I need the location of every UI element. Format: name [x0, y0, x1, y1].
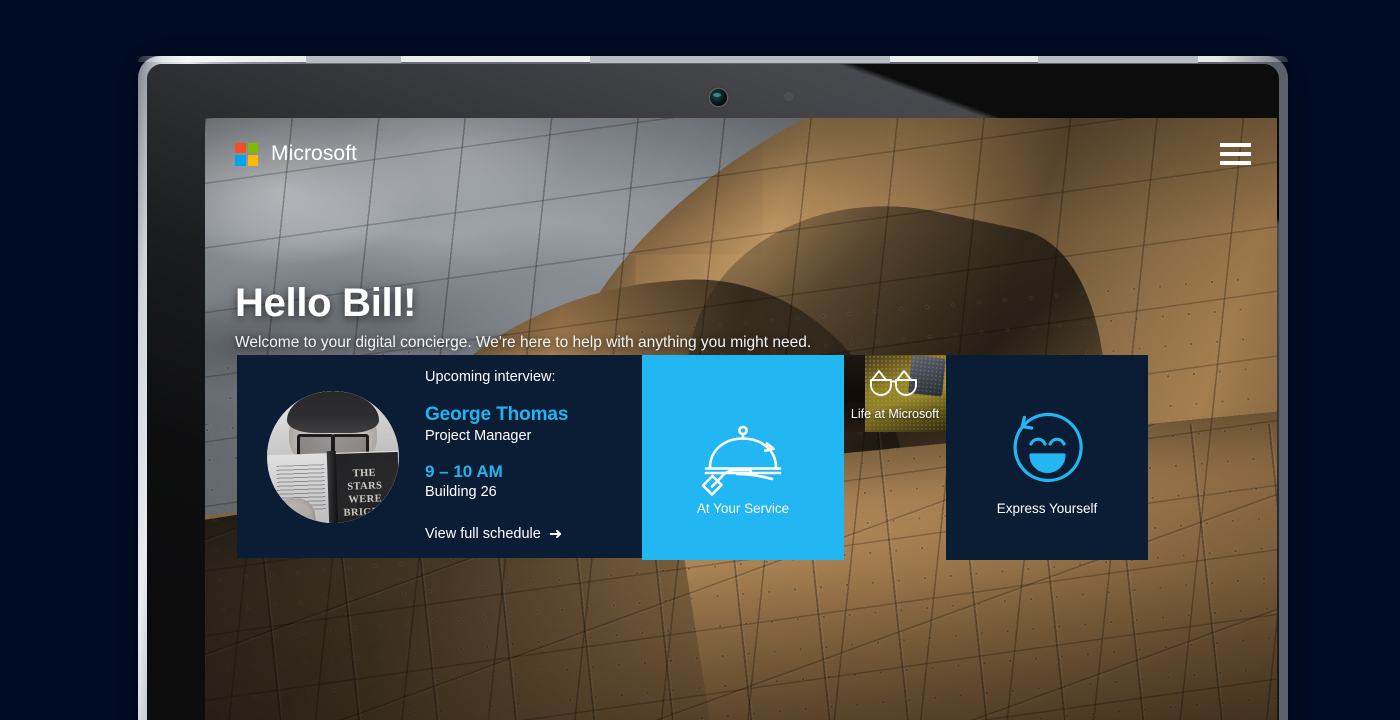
- hero-greeting: Hello Bill! Welcome to your digital conc…: [235, 281, 811, 352]
- tile-at-your-service[interactable]: At Your Service: [642, 355, 844, 560]
- serving-tray-hand-icon: [697, 417, 789, 506]
- interviewer-role: Project Manager: [425, 428, 532, 444]
- smiley-face-icon: [1005, 407, 1089, 496]
- interview-location: Building 26: [425, 484, 497, 500]
- arrow-right-icon: ➜: [548, 526, 563, 543]
- upcoming-interview-card[interactable]: THE STARS WERE BRIGHT Upcoming interview…: [237, 355, 642, 558]
- device-bezel: Microsoft Hello Bill! Welcome to your di…: [147, 64, 1279, 720]
- page-title: Hello Bill!: [235, 281, 417, 325]
- tile-express-yourself[interactable]: Express Yourself: [946, 355, 1148, 560]
- front-camera-icon: [710, 89, 727, 106]
- tile-row: THE STARS WERE BRIGHT Upcoming interview…: [237, 355, 1148, 560]
- interview-details: Upcoming interview: George Thomas Projec…: [425, 369, 568, 544]
- hamburger-menu-icon[interactable]: [1220, 143, 1251, 165]
- device-antenna-notch: [306, 56, 401, 63]
- tile-label-life-at-microsoft: Life at Microsoft: [850, 407, 940, 421]
- view-full-schedule-link[interactable]: View full schedule ➜: [425, 524, 562, 544]
- tile-label-at-your-service: At Your Service: [696, 501, 790, 516]
- interview-time: 9 – 10 AM: [425, 462, 503, 481]
- page-subtitle: Welcome to your digital concierge. We're…: [235, 334, 812, 351]
- device-antenna-notch: [590, 56, 890, 63]
- microsoft-logo-icon: [235, 142, 258, 166]
- top-navigation-bar: Microsoft: [205, 118, 1277, 190]
- interviewer-name: George Thomas: [425, 404, 569, 425]
- user-avatar-photo: THE STARS WERE BRIGHT: [267, 390, 399, 523]
- brand-logo-group[interactable]: Microsoft: [235, 142, 357, 166]
- view-full-schedule-label: View full schedule: [425, 526, 541, 542]
- device-antenna-notch: [1038, 56, 1198, 63]
- interview-kicker: Upcoming interview:: [425, 369, 556, 385]
- tablet-device-frame: Microsoft Hello Bill! Welcome to your di…: [138, 56, 1288, 720]
- tile-life-at-microsoft[interactable]: Life at Microsoft: [844, 355, 946, 432]
- tile-label-express-yourself: Express Yourself: [996, 501, 1098, 516]
- brand-name-label: Microsoft: [271, 142, 358, 165]
- screen: Microsoft Hello Bill! Welcome to your di…: [205, 118, 1277, 720]
- eyeglasses-icon: [869, 367, 921, 402]
- ambient-light-sensor-icon: [785, 93, 792, 100]
